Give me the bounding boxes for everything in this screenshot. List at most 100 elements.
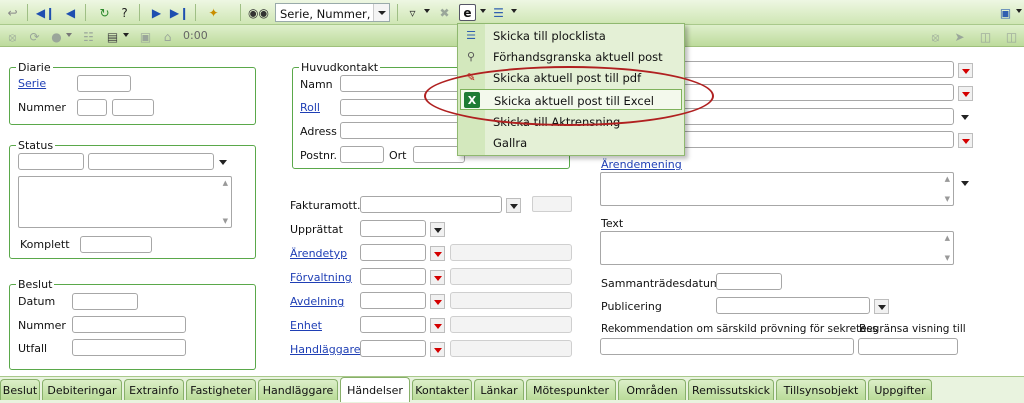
serie-input[interactable] — [77, 75, 131, 92]
tab-remissutskick[interactable]: Remissutskick — [688, 379, 774, 400]
tab-fastigheter[interactable]: Fastigheter — [186, 379, 256, 400]
right-field-4-dropdown-button[interactable] — [958, 133, 973, 148]
enhet-dropdown-button[interactable] — [430, 318, 445, 333]
arendetyp-input[interactable] — [360, 244, 426, 261]
right-field-1-dropdown-button[interactable] — [958, 63, 973, 78]
undo-circle-icon[interactable]: ⟳ — [26, 28, 43, 45]
status-code-input[interactable] — [18, 153, 84, 170]
export-dropdown-arrow[interactable] — [480, 9, 486, 13]
avdelning-input[interactable] — [360, 292, 426, 309]
form-layout-icon[interactable]: ▤ — [104, 28, 121, 45]
tab-handelser[interactable]: Händelser — [340, 377, 410, 402]
roll-link[interactable]: Roll — [300, 101, 320, 114]
arendemening-link[interactable]: Ärendemening — [601, 158, 682, 171]
handlaggare-input[interactable] — [360, 340, 426, 357]
tab-handlaggare[interactable]: Handläggare — [258, 379, 338, 400]
filter-dropdown-arrow[interactable] — [424, 9, 430, 13]
search-combo-dropdown-button[interactable] — [373, 4, 389, 21]
text-textarea[interactable]: ▲ ▼ — [600, 231, 954, 265]
new-record-icon[interactable]: ✦ — [205, 4, 222, 21]
upprattat-input[interactable] — [360, 220, 426, 237]
publicering-select[interactable] — [716, 297, 870, 314]
back-arrow-icon[interactable]: ↩ — [4, 4, 21, 21]
diarie-nummer-input[interactable] — [77, 99, 107, 116]
compare-record-icon[interactable]: ◫ — [1003, 28, 1020, 45]
rekommendation-input[interactable] — [600, 338, 854, 355]
previous-record-icon[interactable]: ◀ — [62, 4, 79, 21]
next-record-icon[interactable]: ▶ — [148, 4, 165, 21]
tab-omraden[interactable]: Områden — [618, 379, 686, 400]
avdelning-dropdown-button[interactable] — [430, 294, 445, 309]
fakturamott-input[interactable] — [360, 196, 502, 213]
serie-link[interactable]: Serie — [18, 77, 46, 90]
upprattat-dropdown-button[interactable] — [430, 222, 445, 237]
forvaltning-dropdown-button[interactable] — [430, 270, 445, 285]
tab-lankar[interactable]: Länkar — [474, 379, 524, 400]
tab-kontakter[interactable]: Kontakter — [412, 379, 472, 400]
komplett-label: Komplett — [20, 238, 70, 251]
sammantradesdatum-input[interactable] — [716, 273, 782, 290]
forvaltning-input[interactable] — [360, 268, 426, 285]
begransa-visning-input[interactable] — [858, 338, 958, 355]
document-icon[interactable]: ▣ — [137, 28, 154, 45]
tab-extrainfo[interactable]: Extrainfo — [124, 379, 184, 400]
diarie-ar-input[interactable] — [112, 99, 154, 116]
highlight-ellipse — [424, 66, 714, 126]
main-toolbar: ↩ ◀❙ ◀ ↻ ? ▶ ▶❙ ✦ ◉◉ Serie, Nummer, Di ▿… — [0, 0, 1024, 25]
status-dropdown-button[interactable] — [216, 155, 231, 170]
arendetyp-link[interactable]: Ärendetyp — [290, 247, 347, 260]
beslut-datum-input[interactable] — [72, 293, 138, 310]
enhet-link[interactable]: Enhet — [290, 319, 322, 332]
pin-icon[interactable]: ➤ — [951, 28, 968, 45]
status-notes-textarea[interactable]: ▲ ▼ — [18, 176, 232, 228]
arendetyp-dropdown-button[interactable] — [430, 246, 445, 261]
first-record-icon[interactable]: ◀❙ — [36, 4, 55, 21]
tab-tillsynsobjekt[interactable]: Tillsynsobjekt — [776, 379, 866, 400]
handlaggare-link[interactable]: Handläggare — [290, 343, 361, 356]
right-field-2-dropdown-button[interactable] — [958, 86, 973, 101]
beslut-nummer-input[interactable] — [72, 316, 186, 333]
home-icon[interactable]: ⌂ — [159, 28, 176, 45]
tab-beslut[interactable]: Beslut — [0, 379, 40, 400]
komplett-input[interactable] — [80, 236, 152, 253]
list-options-dropdown-arrow[interactable] — [511, 9, 517, 13]
refresh-icon[interactable]: ↻ — [96, 4, 113, 21]
beslut-utfall-input[interactable] — [72, 339, 186, 356]
avdelning-link[interactable]: Avdelning — [290, 295, 344, 308]
arendemening-textarea[interactable]: ▲ ▼ — [600, 172, 954, 206]
filter-icon[interactable]: ▿ — [404, 4, 421, 21]
copy-record-icon[interactable]: ◫ — [977, 28, 994, 45]
window-options-dropdown-arrow[interactable] — [1016, 9, 1022, 13]
window-options-icon[interactable]: ▣ — [997, 4, 1014, 21]
record-dot-icon[interactable]: ● — [48, 28, 65, 45]
menu-item-send-to-picklist[interactable]: ☰ Skicka till plocklista — [460, 25, 682, 46]
form-layout-dropdown-arrow[interactable] — [123, 33, 129, 37]
binoculars-icon[interactable]: ◉◉ — [248, 4, 269, 21]
tab-debiteringar[interactable]: Debiteringar — [42, 379, 122, 400]
clear-filter-icon[interactable]: ✖ — [436, 4, 453, 21]
forvaltning-link[interactable]: Förvaltning — [290, 271, 352, 284]
settings-circle-icon[interactable]: ⦻ — [927, 28, 944, 45]
fakturamott-extra-button[interactable] — [532, 196, 572, 212]
tab-uppgifter[interactable]: Uppgifter — [868, 379, 932, 400]
publicering-dropdown-button[interactable] — [874, 299, 889, 314]
right-field-3-dropdown-button[interactable] — [958, 110, 973, 125]
last-record-icon[interactable]: ▶❙ — [170, 4, 189, 21]
help-icon[interactable]: ? — [116, 4, 133, 21]
postnr-input[interactable] — [340, 146, 384, 163]
handlaggare-dropdown-button[interactable] — [430, 342, 445, 357]
menu-item-preview-record[interactable]: ⚲ Förhandsgranska aktuell post — [460, 46, 682, 67]
menu-item-gallra[interactable]: Gallra — [460, 132, 682, 153]
list-options-icon[interactable]: ☰ — [490, 4, 507, 21]
record-dot-dropdown-arrow[interactable] — [66, 33, 72, 37]
cancel-circle-icon[interactable]: ⦻ — [4, 28, 21, 45]
tree-structure-icon[interactable]: ☷ — [80, 28, 97, 45]
export-menu-icon[interactable]: e — [459, 4, 476, 21]
arendemening-dropdown-button[interactable] — [958, 176, 973, 191]
search-field-combo[interactable]: Serie, Nummer, Di — [275, 3, 390, 22]
status-select[interactable] — [88, 153, 214, 170]
fakturamott-dropdown-button[interactable] — [506, 198, 521, 213]
tab-motespunkter[interactable]: Mötespunkter — [526, 379, 616, 400]
enhet-input[interactable] — [360, 316, 426, 333]
adress-input[interactable] — [340, 122, 465, 139]
